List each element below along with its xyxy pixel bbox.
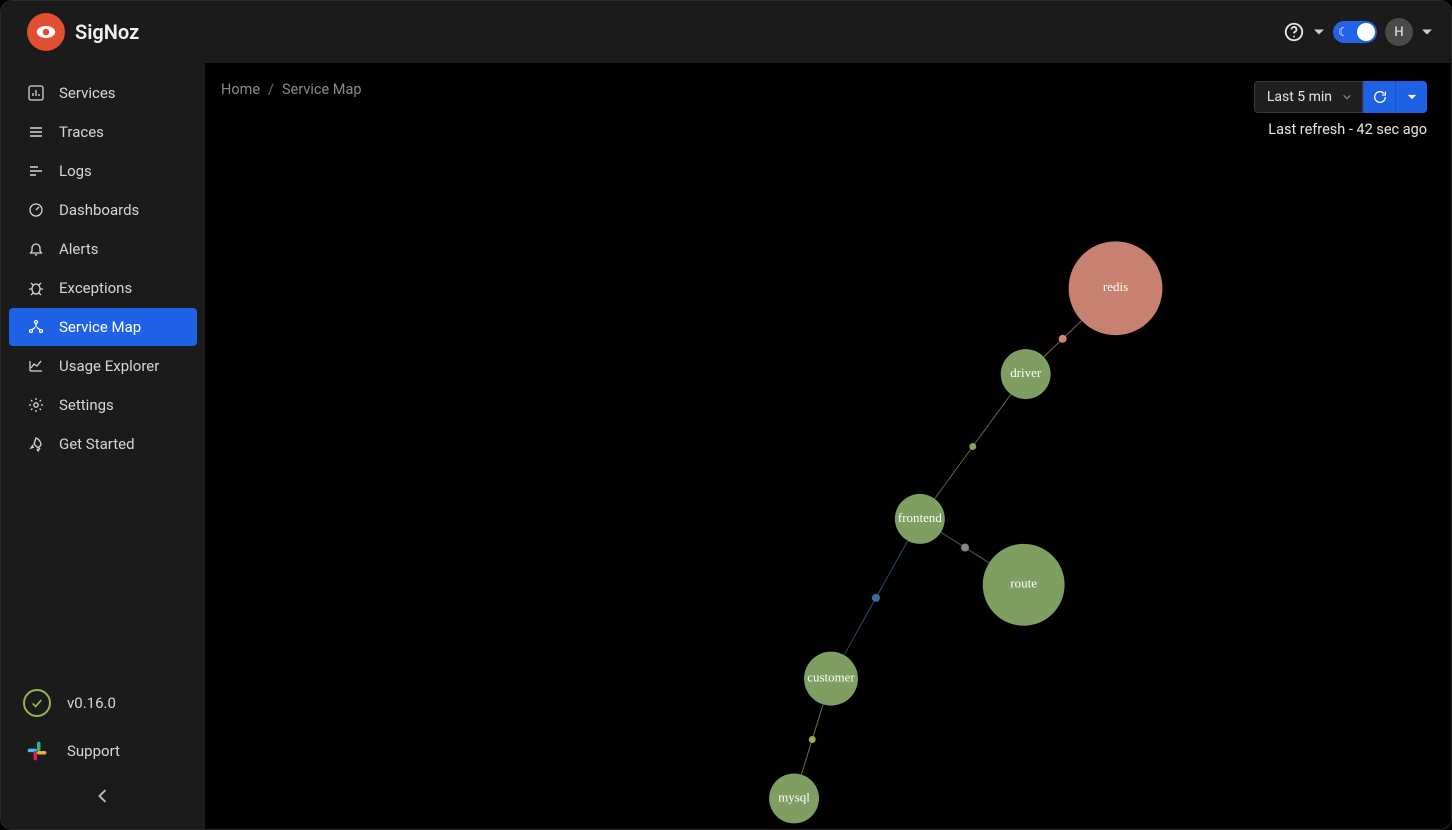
edge-frontend-driver [935, 394, 1011, 498]
svg-text:customer: customer [807, 670, 855, 685]
sidebar-item-label: Settings [59, 396, 114, 414]
node-driver[interactable]: driver [1001, 349, 1051, 399]
help-icon[interactable] [1283, 21, 1305, 43]
time-range-label: Last 5 min [1267, 89, 1332, 105]
gauge-icon [27, 201, 45, 219]
avatar[interactable]: H [1385, 18, 1413, 46]
toggle-knob [1357, 23, 1375, 41]
time-controls: Last 5 min [1254, 81, 1427, 113]
version-text: v0.16.0 [67, 694, 116, 712]
support-text: Support [67, 742, 120, 760]
support-row[interactable]: Support [1, 727, 205, 775]
sidebar-item-usage-explorer[interactable]: Usage Explorer [5, 347, 201, 385]
sidebar-bottom: v0.16.0 Support [1, 679, 205, 830]
edge-frontend-route [941, 532, 989, 563]
main: redis driver frontend route customer mysql Ho… [205, 63, 1451, 830]
node-frontend[interactable]: frontend [895, 494, 945, 544]
sidebar-item-label: Get Started [59, 435, 135, 453]
svg-text:frontend: frontend [898, 510, 942, 525]
edge-customer-mysql [801, 704, 823, 774]
breadcrumb-current: Service Map [282, 81, 361, 98]
version-row[interactable]: v0.16.0 [1, 679, 205, 727]
rocket-icon [27, 435, 45, 453]
sidebar-item-label: Alerts [59, 240, 99, 258]
node-mysql[interactable]: mysql [769, 773, 819, 823]
sidebar-item-traces[interactable]: Traces [5, 113, 201, 151]
refresh-button[interactable] [1363, 81, 1395, 113]
bar-chart-icon [27, 84, 45, 102]
sidebar-item-label: Exceptions [59, 279, 132, 297]
edge-driver-redis [1044, 321, 1082, 357]
sidebar-item-dashboards[interactable]: Dashboards [5, 191, 201, 229]
sidebar-item-logs[interactable]: Logs [5, 152, 201, 190]
sidebar: Services Traces Logs Dashboards Alerts Except… [1, 63, 205, 830]
gear-icon [27, 396, 45, 414]
topbar: Home / Service Map Last 5 min [205, 63, 1451, 138]
node-route[interactable]: route [983, 544, 1065, 626]
check-circle-icon [23, 689, 51, 717]
brand-logo-icon [27, 13, 65, 51]
breadcrumb-separator: / [268, 81, 274, 98]
user-dropdown-caret-icon[interactable] [1421, 26, 1433, 38]
svg-text:redis: redis [1103, 279, 1128, 294]
breadcrumb: Home / Service Map [221, 81, 361, 98]
node-customer[interactable]: customer [804, 652, 858, 706]
brand-name: SigNoz [75, 20, 139, 44]
sidebar-item-exceptions[interactable]: Exceptions [5, 269, 201, 307]
sidebar-item-services[interactable]: Services [5, 74, 201, 112]
sidebar-item-label: Dashboards [59, 201, 139, 219]
svg-text:route: route [1010, 576, 1037, 591]
refresh-interval-menu[interactable] [1395, 81, 1427, 113]
sidebar-item-label: Traces [59, 123, 104, 141]
sidebar-item-label: Services [59, 84, 116, 102]
sidebar-item-service-map[interactable]: Service Map [9, 308, 197, 346]
chevron-down-icon [1342, 92, 1352, 102]
svg-text:mysql: mysql [778, 789, 810, 804]
header-actions: ☾ H [1283, 18, 1433, 46]
lines-icon [27, 162, 45, 180]
caret-down-icon [1407, 92, 1417, 102]
sidebar-item-label: Usage Explorer [59, 357, 159, 375]
header: SigNoz ☾ H [1, 1, 1451, 63]
service-map-canvas[interactable]: redis driver frontend route customer mysql [205, 63, 1451, 830]
bug-icon [27, 279, 45, 297]
brand[interactable]: SigNoz [27, 13, 139, 51]
edge-frontend-customer [844, 541, 908, 655]
breadcrumb-home[interactable]: Home [221, 81, 260, 98]
sidebar-item-get-started[interactable]: Get Started [5, 425, 201, 463]
line-chart-icon [27, 357, 45, 375]
moon-icon: ☾ [1338, 25, 1349, 39]
sidebar-item-settings[interactable]: Settings [5, 386, 201, 424]
deploy-icon [27, 318, 45, 336]
slack-icon [23, 737, 51, 765]
sidebar-item-label: Logs [59, 162, 92, 180]
list-icon [27, 123, 45, 141]
sidebar-item-alerts[interactable]: Alerts [5, 230, 201, 268]
sidebar-collapse[interactable] [1, 775, 205, 803]
refresh-icon [1372, 89, 1388, 105]
theme-toggle[interactable]: ☾ [1333, 21, 1377, 43]
time-range-picker[interactable]: Last 5 min [1254, 81, 1363, 113]
bell-icon [27, 240, 45, 258]
node-redis[interactable]: redis [1069, 241, 1163, 335]
help-dropdown-caret-icon[interactable] [1313, 26, 1325, 38]
sidebar-item-label: Service Map [59, 318, 141, 336]
nav-list: Services Traces Logs Dashboards Alerts Except… [1, 69, 205, 468]
app-frame: SigNoz ☾ H Services Traces Logs Dashboards A… [0, 0, 1452, 830]
last-refresh-text: Last refresh - 42 sec ago [1254, 121, 1427, 138]
svg-text:driver: driver [1010, 365, 1042, 380]
